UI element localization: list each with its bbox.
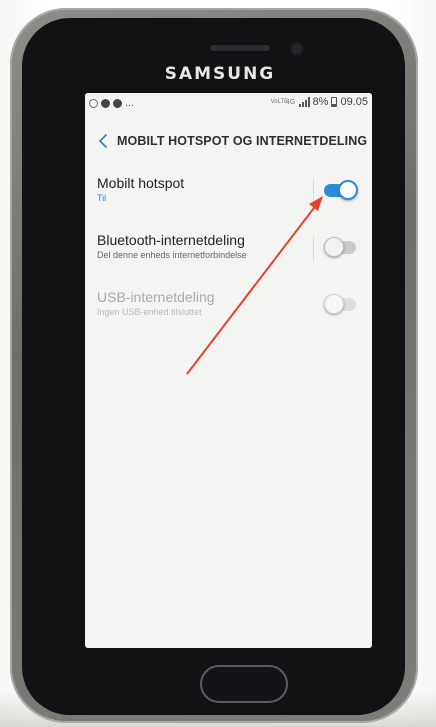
row-divider (313, 179, 314, 205)
app-status-icon (113, 98, 122, 108)
setting-subtitle: Del denne enheds internetforbindelse (97, 250, 247, 260)
network-type-indicator: 4G (285, 98, 296, 106)
setting-mobile-hotspot[interactable]: Mobilt hotspot Til (85, 165, 372, 222)
setting-title: Mobilt hotspot (97, 175, 185, 191)
page-title: MOBILT HOTSPOT OG INTERNETDELING (117, 134, 368, 148)
status-notifications: ... (89, 97, 134, 109)
title-bar: MOBILT HOTSPOT OG INTERNETDELING (85, 123, 372, 159)
row-divider (313, 236, 314, 262)
hotspot-status-icon (89, 98, 98, 108)
setting-text: USB-internetdeling Ingen USB-enhed tilsl… (97, 289, 307, 317)
earpiece-speaker (210, 45, 270, 51)
photo-background: SAMSUNG ... VoLTE 4G 8% 09.05 MOBILT HOT… (0, 0, 436, 727)
signal-strength-icon (298, 97, 310, 107)
setting-title: USB-internetdeling (97, 289, 215, 305)
message-status-icon (101, 98, 110, 108)
toggle-thumb (338, 180, 358, 200)
setting-bluetooth-tethering[interactable]: Bluetooth-internetdeling Del denne enhed… (85, 222, 372, 279)
setting-title: Bluetooth-internetdeling (97, 232, 245, 248)
usb-tethering-toggle (324, 294, 356, 314)
setting-text: Bluetooth-internetdeling Del denne enhed… (97, 232, 307, 260)
chevron-left-icon (99, 134, 107, 148)
setting-text: Mobilt hotspot Til (97, 175, 307, 203)
status-time: 09.05 (340, 96, 368, 108)
volte-indicator: VoLTE (270, 99, 289, 105)
status-bar: ... VoLTE 4G 8% 09.05 (85, 93, 372, 115)
back-button[interactable] (89, 127, 117, 155)
bluetooth-tethering-toggle[interactable] (324, 237, 356, 257)
toggle-thumb (324, 237, 344, 257)
toggle-thumb (324, 294, 344, 314)
setting-usb-tethering: USB-internetdeling Ingen USB-enhed tilsl… (85, 279, 372, 336)
setting-subtitle: Til (97, 193, 107, 203)
more-notifications-indicator: ... (125, 97, 135, 109)
mobile-hotspot-toggle[interactable] (324, 180, 358, 200)
phone-screen: ... VoLTE 4G 8% 09.05 MOBILT HOTSPOT OG … (85, 93, 372, 648)
settings-list: Mobilt hotspot Til Bluetooth-internetdel… (85, 165, 372, 336)
brand-logo: SAMSUNG (164, 64, 276, 84)
home-button[interactable] (200, 665, 288, 703)
status-system: VoLTE 4G 8% 09.05 (271, 96, 368, 108)
battery-percentage: 8% (312, 96, 329, 108)
front-camera (292, 44, 302, 54)
setting-subtitle: Ingen USB-enhed tilsluttet (97, 307, 202, 317)
battery-icon (331, 97, 338, 107)
